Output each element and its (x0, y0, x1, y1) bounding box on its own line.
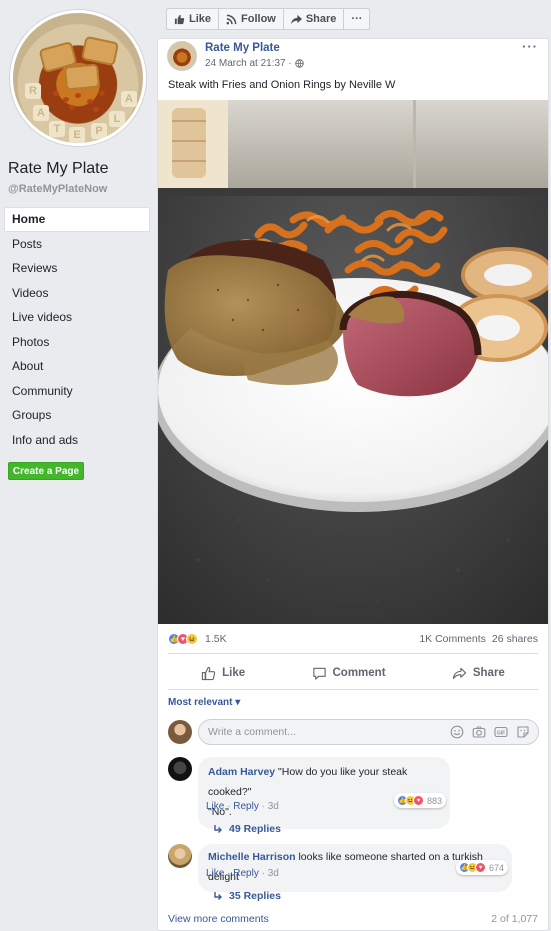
thumbs-up-icon (174, 14, 185, 24)
reaction-summary[interactable]: 👍 ♥ 😆 1.5K (168, 633, 227, 645)
post-like-label: Like (222, 667, 246, 679)
svg-text:GIF: GIF (497, 730, 505, 736)
love-reaction-icon: ♥ (413, 795, 424, 806)
nav-item-about[interactable]: About (4, 354, 150, 379)
post-card: Rate My Plate 24 March at 21:37 · ··· St… (157, 38, 549, 931)
page-nav: Home Posts Reviews Videos Live videos Ph… (4, 207, 150, 452)
post-share-button[interactable]: Share (452, 666, 505, 681)
write-comment-row: Write a comment... GIF (168, 719, 540, 745)
commenter-avatar[interactable] (168, 844, 192, 868)
comment-author[interactable]: Adam Harvey (208, 766, 275, 778)
view-more-comments-link[interactable]: View more comments (168, 913, 269, 925)
comment-age: 3d (267, 868, 279, 879)
post-like-button[interactable]: Like (201, 666, 245, 681)
post-author-name[interactable]: Rate My Plate (205, 42, 280, 54)
comment-reactions[interactable]: 👍 😆 ♥ 674 (456, 860, 509, 875)
nav-item-posts[interactable]: Posts (4, 232, 150, 257)
comment-input[interactable]: Write a comment... GIF (198, 719, 539, 745)
reaction-icons: 👍 ♥ 😆 (168, 633, 198, 645)
page-like-label: Like (189, 13, 212, 25)
nav-item-groups[interactable]: Groups (4, 403, 150, 428)
comment-item: Michelle Harrison looks like someone sha… (168, 844, 540, 914)
create-page-button[interactable]: Create a Page (8, 462, 84, 480)
page-like-button[interactable]: Like (166, 8, 220, 30)
page-name[interactable]: Rate My Plate (8, 160, 108, 178)
comment-reaction-count: 883 (427, 795, 443, 806)
post-stats: 1K Comments 26 shares (419, 633, 538, 645)
post-timestamp[interactable]: 24 March at 21:37 · (205, 58, 304, 69)
page-share-label: Share (305, 13, 337, 25)
post-timestamp-text: 24 March at 21:37 · (205, 58, 292, 69)
post-share-label: Share (472, 667, 505, 679)
comments-count-link[interactable]: 1K Comments (419, 633, 486, 645)
more-dots-icon: ··· (351, 13, 363, 25)
nav-item-community[interactable]: Community (4, 379, 150, 404)
rss-follow-icon (226, 14, 237, 24)
reaction-count: 1.5K (205, 633, 227, 645)
comments-shown-count: 2 of 1,077 (491, 913, 538, 925)
divider (168, 689, 538, 690)
post-comment-label: Comment (332, 667, 386, 679)
comment-meta: Like · Reply · 3d (206, 868, 279, 879)
speech-bubble-icon (312, 667, 326, 680)
post-author-avatar[interactable] (167, 41, 197, 71)
commenter-avatar[interactable] (168, 757, 192, 781)
comment-like-link[interactable]: Like (206, 801, 224, 812)
nav-item-photos[interactable]: Photos (4, 330, 150, 355)
post-action-bar: Like Comment Share (168, 659, 538, 687)
page-follow-button[interactable]: Follow (218, 8, 284, 30)
comment-reactions[interactable]: 👍 😆 ♥ 883 (394, 793, 447, 808)
reply-arrow-icon (214, 892, 222, 900)
emoji-icon[interactable] (450, 725, 464, 739)
page-share-button[interactable]: Share (282, 8, 345, 30)
page-profile-picture[interactable]: R A T E P L A (10, 10, 146, 146)
haha-reaction-icon: 😆 (186, 633, 198, 645)
thumbs-up-outline-icon (202, 666, 216, 680)
view-replies-link[interactable]: 35 Replies (213, 890, 281, 902)
reply-arrow-icon (214, 825, 222, 833)
comment-reaction-count: 674 (489, 862, 505, 873)
nav-item-videos[interactable]: Videos (4, 281, 150, 306)
nav-item-live-videos[interactable]: Live videos (4, 305, 150, 330)
page-follow-label: Follow (241, 13, 276, 25)
shares-count-link[interactable]: 26 shares (492, 633, 538, 645)
share-outline-icon (452, 667, 467, 679)
replies-count: 49 Replies (229, 823, 281, 835)
steak-plate-image (158, 100, 548, 624)
view-replies-link[interactable]: 49 Replies (213, 823, 281, 835)
comment-input-placeholder: Write a comment... (208, 726, 296, 738)
post-options-button[interactable]: ··· (522, 39, 538, 54)
nav-item-info-and-ads[interactable]: Info and ads (4, 428, 150, 453)
love-reaction-icon: ♥ (475, 862, 486, 873)
comment-age: 3d (267, 801, 279, 812)
camera-icon[interactable] (472, 725, 486, 739)
comment-author[interactable]: Michelle Harrison (208, 851, 296, 863)
current-user-avatar (168, 720, 192, 744)
comment-meta: Like · Reply · 3d (206, 801, 279, 812)
sticker-icon[interactable] (516, 725, 530, 739)
comment-like-link[interactable]: Like (206, 868, 224, 879)
post-text: Steak with Fries and Onion Rings by Nevi… (168, 79, 396, 91)
comment-reply-link[interactable]: Reply (233, 868, 259, 879)
gif-icon[interactable]: GIF (494, 725, 508, 739)
globe-icon (294, 59, 304, 68)
nav-item-reviews[interactable]: Reviews (4, 256, 150, 281)
page-handle[interactable]: @RateMyPlateNow (8, 183, 107, 195)
post-comment-button[interactable]: Comment (312, 666, 386, 681)
comment-sort-dropdown[interactable]: Most relevant ▾ (168, 697, 240, 708)
page-action-bar: Like Follow Share ··· (166, 8, 371, 30)
post-photo[interactable] (158, 100, 548, 624)
divider (168, 653, 538, 654)
share-arrow-icon (290, 14, 302, 24)
comment-reply-link[interactable]: Reply (233, 801, 259, 812)
left-sidebar: R A T E P L A Rate My Plate @RateMyPlate… (0, 0, 152, 931)
comment-input-icons: GIF (450, 725, 530, 739)
nav-item-home[interactable]: Home (4, 207, 150, 232)
page-more-button[interactable]: ··· (343, 8, 371, 30)
replies-count: 35 Replies (229, 890, 281, 902)
